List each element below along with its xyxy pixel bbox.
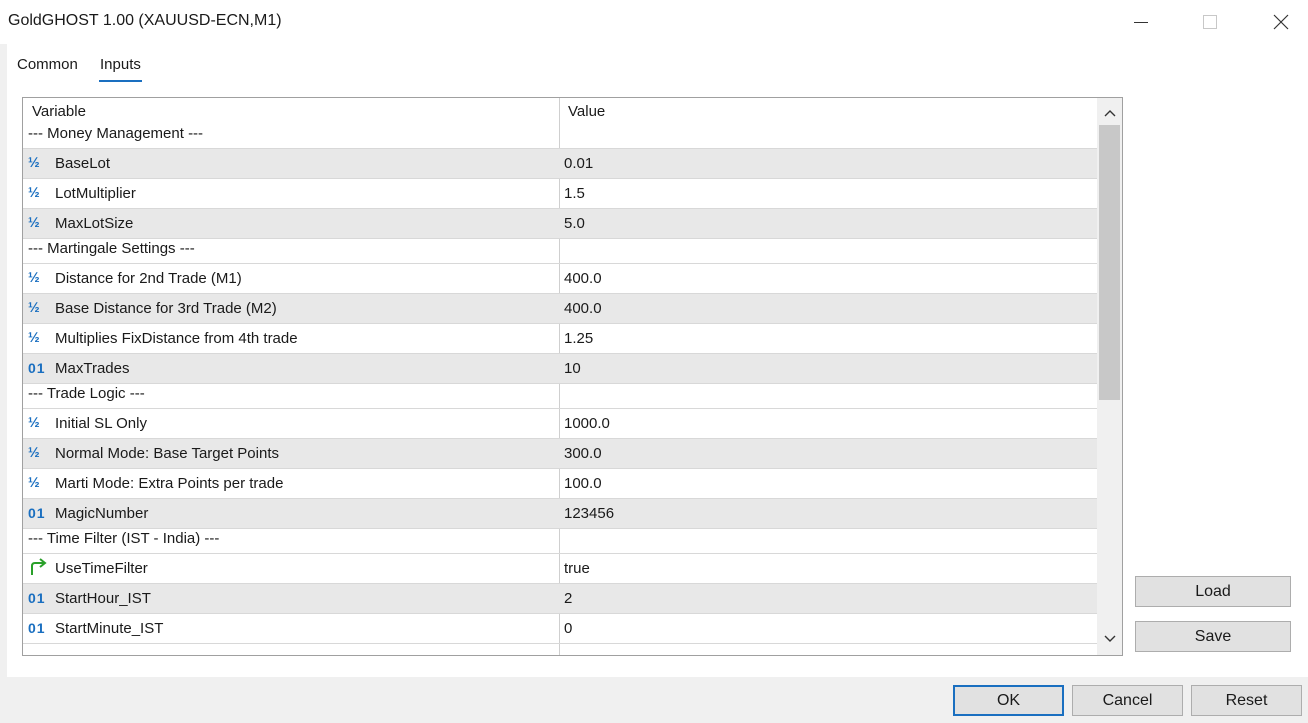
half-icon: ½ [28,154,40,170]
variable-name: LotMultiplier [55,185,136,202]
half-icon: ½ [28,329,40,345]
table-row[interactable]: 01 MaxTrades 10 [23,354,1097,384]
half-icon: ½ [28,444,40,460]
minimize-button[interactable] [1118,0,1164,44]
variable-value[interactable]: 0 [564,620,572,637]
half-icon: ½ [28,214,40,230]
variable-value[interactable]: 400.0 [564,300,602,317]
minimize-icon [1134,21,1148,23]
tab-inputs[interactable]: Inputs [99,56,142,82]
boolean-arrow-icon [28,558,50,578]
table-row[interactable]: ½ Base Distance for 3rd Trade (M2) 400.0 [23,294,1097,324]
section-row: --- Time Filter (IST - India) --- [23,529,1097,554]
variable-value[interactable]: 1.5 [564,185,585,202]
header-variable[interactable]: Variable [32,103,86,120]
section-row: --- Trade Logic --- [23,384,1097,409]
variable-name: StartHour_IST [55,590,151,607]
table-row[interactable]: UseTimeFilter true [23,554,1097,584]
table-row[interactable]: 01 StartHour_IST 2 [23,584,1097,614]
variable-value[interactable]: true [564,560,590,577]
table-row[interactable]: ½ MaxLotSize 5.0 [23,209,1097,239]
variable-name: MagicNumber [55,505,149,522]
variable-name: Marti Mode: Extra Points per trade [55,475,284,492]
variable-name: MaxLotSize [55,215,134,232]
variable-value[interactable]: 123456 [564,505,614,522]
grid-header: Variable Value [23,98,1097,124]
maximize-button[interactable] [1187,0,1233,44]
table-row[interactable]: ½ BaseLot 0.01 [23,149,1097,179]
variable-value[interactable]: 2 [564,590,572,607]
variable-value[interactable]: 1.25 [564,330,593,347]
dialog-window: GoldGHOST 1.00 (XAUUSD-ECN,M1) Common In… [0,0,1308,723]
variable-name: Multiplies FixDistance from 4th trade [55,330,298,347]
table-row[interactable]: ½ Initial SL Only 1000.0 [23,409,1097,439]
load-button[interactable]: Load [1135,576,1291,607]
reset-button[interactable]: Reset [1191,685,1302,716]
title-bar: GoldGHOST 1.00 (XAUUSD-ECN,M1) [0,0,1308,44]
properties-panel: Common Inputs Variable Value --- Money M… [7,44,1308,677]
close-icon [1273,14,1289,30]
chevron-down-icon [1104,635,1115,642]
half-icon: ½ [28,299,40,315]
scroll-down-button[interactable] [1097,628,1122,650]
ok-button[interactable]: OK [953,685,1064,716]
variable-value[interactable]: 300.0 [564,445,602,462]
vertical-scrollbar[interactable] [1097,98,1122,655]
cancel-button[interactable]: Cancel [1072,685,1183,716]
variable-value[interactable]: 100.0 [564,475,602,492]
half-icon: ½ [28,474,40,490]
chevron-up-icon [1104,110,1115,117]
inputs-grid: Variable Value --- Money Management --- ½… [22,97,1123,656]
table-row[interactable]: 01 StartMinute_IST 0 [23,614,1097,644]
half-icon: ½ [28,269,40,285]
variable-value[interactable]: 0.01 [564,155,593,172]
half-icon: ½ [28,414,40,430]
table-row[interactable]: ½ Multiplies FixDistance from 4th trade 1.… [23,324,1097,354]
variable-value[interactable]: 400.0 [564,270,602,287]
half-icon: ½ [28,184,40,200]
integer-icon: 01 [28,620,46,636]
variable-value[interactable]: 10 [564,360,581,377]
table-row[interactable]: ½ Distance for 2nd Trade (M1) 400.0 [23,264,1097,294]
window-title: GoldGHOST 1.00 (XAUUSD-ECN,M1) [8,12,282,29]
variable-name: BaseLot [55,155,111,172]
tab-common[interactable]: Common [17,56,78,73]
table-row[interactable]: ½ Marti Mode: Extra Points per trade 100.0 [23,469,1097,499]
table-row[interactable]: ½ Normal Mode: Base Target Points 300.0 [23,439,1097,469]
variable-value[interactable]: 1000.0 [564,415,610,432]
scroll-thumb[interactable] [1099,125,1120,400]
section-label: --- Time Filter (IST - India) --- [28,530,220,547]
section-label: --- Trade Logic --- [28,385,145,402]
save-button[interactable]: Save [1135,621,1291,652]
variable-name: Base Distance for 3rd Trade (M2) [55,300,277,317]
table-row[interactable]: 01 MagicNumber 123456 [23,499,1097,529]
section-row: --- Money Management --- [23,124,1097,149]
scroll-up-button[interactable] [1097,102,1122,124]
section-label: --- Martingale Settings --- [28,240,195,257]
variable-name: Distance for 2nd Trade (M1) [55,270,242,287]
section-row: --- Martingale Settings --- [23,239,1097,264]
variable-name: StartMinute_IST [55,620,164,637]
variable-value[interactable]: 5.0 [564,215,585,232]
header-value[interactable]: Value [568,103,605,120]
variable-name: UseTimeFilter [55,560,148,577]
variable-name: Normal Mode: Base Target Points [55,445,279,462]
grid-rows: --- Money Management --- ½ BaseLot 0.01 ½ Lot… [23,124,1097,644]
integer-icon: 01 [28,505,46,521]
maximize-icon [1203,15,1217,29]
integer-icon: 01 [28,590,46,606]
integer-icon: 01 [28,360,46,376]
table-row[interactable]: ½ LotMultiplier 1.5 [23,179,1097,209]
variable-name: Initial SL Only [55,415,147,432]
section-label: --- Money Management --- [28,125,204,142]
close-button[interactable] [1258,0,1304,44]
variable-name: MaxTrades [55,360,130,377]
